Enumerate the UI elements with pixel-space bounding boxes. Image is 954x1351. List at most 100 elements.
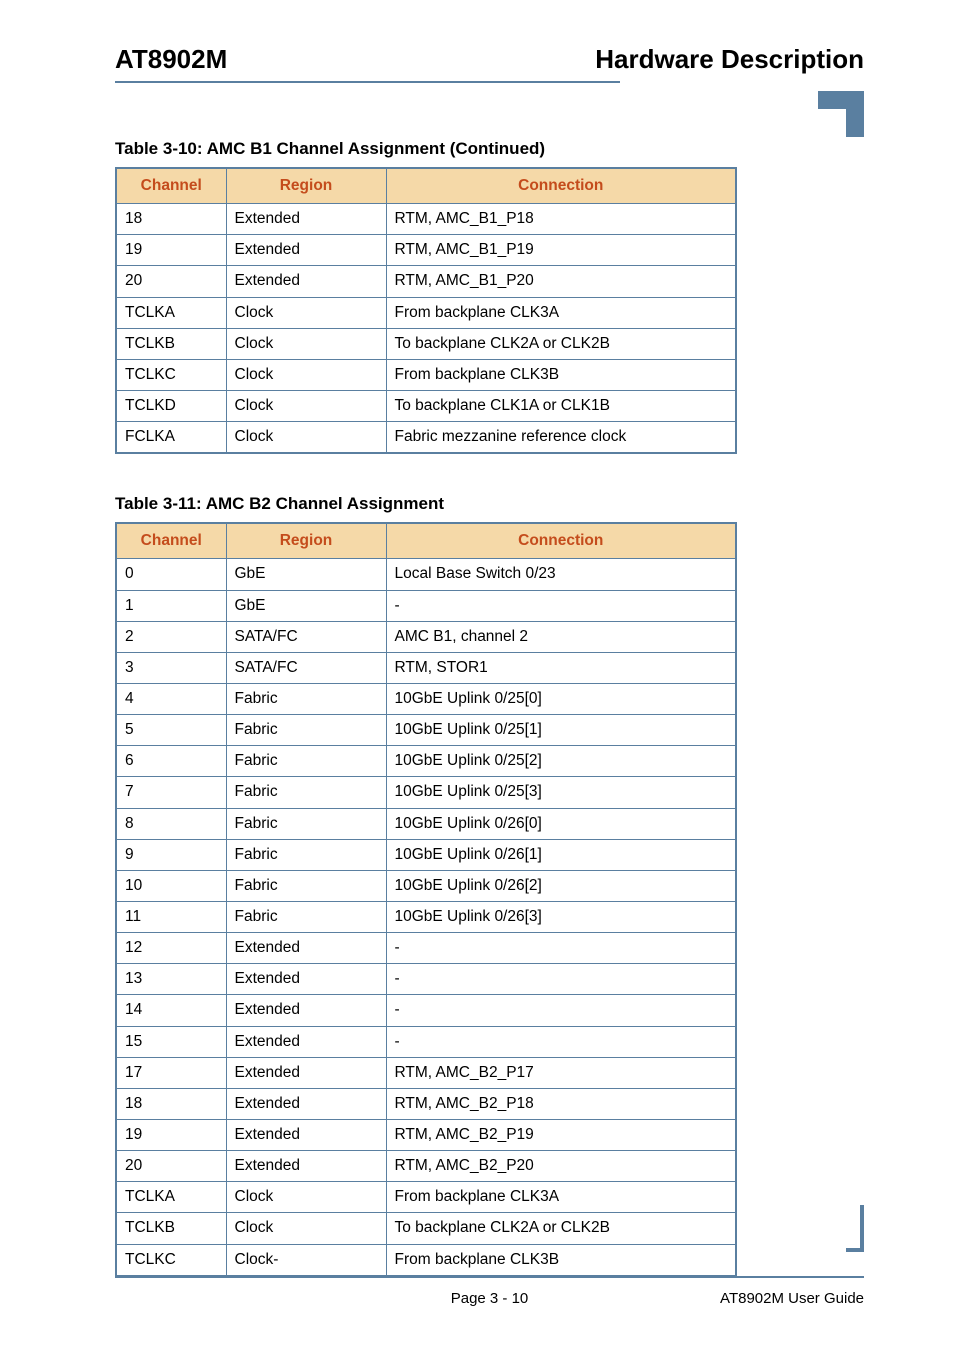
footer-guide: AT8902M User Guide: [720, 1290, 864, 1307]
table-row: 13Extended-: [116, 964, 736, 995]
cell-region: Extended: [226, 1057, 386, 1088]
cell-region: GbE: [226, 559, 386, 590]
cell-region: Clock: [226, 328, 386, 359]
cell-region: Fabric: [226, 839, 386, 870]
table-row: 11Fabric10GbE Uplink 0/26[3]: [116, 901, 736, 932]
cell-channel: 7: [116, 777, 226, 808]
table-row: 14Extended-: [116, 995, 736, 1026]
table-row: 5Fabric10GbE Uplink 0/25[1]: [116, 715, 736, 746]
cell-channel: 3: [116, 652, 226, 683]
table-row: 0GbELocal Base Switch 0/23: [116, 559, 736, 590]
cell-region: Fabric: [226, 777, 386, 808]
cell-connection: RTM, AMC_B2_P18: [386, 1088, 736, 1119]
table-row: TCLKCClockFrom backplane CLK3B: [116, 359, 736, 390]
cell-channel: 14: [116, 995, 226, 1026]
cell-channel: 18: [116, 204, 226, 235]
page-header: AT8902M Hardware Description: [115, 44, 864, 75]
col-channel: Channel: [116, 168, 226, 204]
table-row: 2SATA/FCAMC B1, channel 2: [116, 621, 736, 652]
table-row: TCLKAClockFrom backplane CLK3A: [116, 297, 736, 328]
col-connection: Connection: [386, 168, 736, 204]
table-row: TCLKAClockFrom backplane CLK3A: [116, 1182, 736, 1213]
cell-region: Clock-: [226, 1244, 386, 1276]
cell-region: Clock: [226, 1213, 386, 1244]
cell-channel: 6: [116, 746, 226, 777]
cell-region: Clock: [226, 359, 386, 390]
table1-caption: Table 3-10: AMC B1 Channel Assignment (C…: [115, 139, 864, 159]
cell-connection: 10GbE Uplink 0/25[1]: [386, 715, 736, 746]
corner-decoration-top: [818, 91, 864, 137]
table-row: 6Fabric10GbE Uplink 0/25[2]: [116, 746, 736, 777]
cell-region: GbE: [226, 590, 386, 621]
footer-rule: [115, 1276, 864, 1278]
table-row: 1GbE-: [116, 590, 736, 621]
cell-channel: 19: [116, 1119, 226, 1150]
cell-channel: 2: [116, 621, 226, 652]
cell-region: Clock: [226, 297, 386, 328]
col-region: Region: [226, 523, 386, 559]
cell-channel: 4: [116, 683, 226, 714]
table-row: 18ExtendedRTM, AMC_B1_P18: [116, 204, 736, 235]
cell-connection: -: [386, 964, 736, 995]
footer-page-number: Page 3 - 10: [451, 1290, 529, 1307]
cell-channel: 9: [116, 839, 226, 870]
table-row: 4Fabric10GbE Uplink 0/25[0]: [116, 683, 736, 714]
table-row: 3SATA/FCRTM, STOR1: [116, 652, 736, 683]
table-row: 20ExtendedRTM, AMC_B1_P20: [116, 266, 736, 297]
cell-region: Extended: [226, 995, 386, 1026]
table-header-row: Channel Region Connection: [116, 523, 736, 559]
cell-connection: To backplane CLK2A or CLK2B: [386, 1213, 736, 1244]
cell-region: Fabric: [226, 870, 386, 901]
cell-connection: RTM, AMC_B1_P19: [386, 235, 736, 266]
header-left: AT8902M: [115, 44, 227, 75]
table-header-row: Channel Region Connection: [116, 168, 736, 204]
cell-connection: RTM, AMC_B2_P20: [386, 1151, 736, 1182]
header-right: Hardware Description: [595, 44, 864, 75]
cell-connection: From backplane CLK3A: [386, 297, 736, 328]
table-row: 20ExtendedRTM, AMC_B2_P20: [116, 1151, 736, 1182]
header-rule-wrap: [115, 81, 864, 101]
cell-region: Extended: [226, 1151, 386, 1182]
cell-region: Extended: [226, 964, 386, 995]
cell-connection: Fabric mezzanine reference clock: [386, 422, 736, 454]
cell-channel: 5: [116, 715, 226, 746]
cell-connection: 10GbE Uplink 0/26[2]: [386, 870, 736, 901]
cell-region: Fabric: [226, 683, 386, 714]
cell-connection: From backplane CLK3B: [386, 1244, 736, 1276]
cell-connection: RTM, AMC_B2_P17: [386, 1057, 736, 1088]
cell-channel: 18: [116, 1088, 226, 1119]
cell-connection: To backplane CLK1A or CLK1B: [386, 390, 736, 421]
cell-region: Extended: [226, 235, 386, 266]
cell-channel: 20: [116, 266, 226, 297]
col-connection: Connection: [386, 523, 736, 559]
table-row: 18ExtendedRTM, AMC_B2_P18: [116, 1088, 736, 1119]
cell-connection: RTM, AMC_B1_P18: [386, 204, 736, 235]
cell-channel: 20: [116, 1151, 226, 1182]
cell-region: Clock: [226, 1182, 386, 1213]
cell-connection: RTM, AMC_B1_P20: [386, 266, 736, 297]
cell-region: Extended: [226, 1088, 386, 1119]
cell-connection: -: [386, 1026, 736, 1057]
col-channel: Channel: [116, 523, 226, 559]
cell-connection: 10GbE Uplink 0/26[0]: [386, 808, 736, 839]
cell-region: Clock: [226, 390, 386, 421]
cell-region: SATA/FC: [226, 621, 386, 652]
cell-region: Extended: [226, 1119, 386, 1150]
cell-region: Extended: [226, 1026, 386, 1057]
table-row: TCLKBClockTo backplane CLK2A or CLK2B: [116, 328, 736, 359]
cell-channel: TCLKC: [116, 359, 226, 390]
table-row: 7Fabric10GbE Uplink 0/25[3]: [116, 777, 736, 808]
page-footer: Page 3 - 10 AT8902M User Guide: [115, 1276, 864, 1307]
cell-connection: -: [386, 995, 736, 1026]
cell-connection: AMC B1, channel 2: [386, 621, 736, 652]
cell-channel: TCLKC: [116, 1244, 226, 1276]
cell-connection: From backplane CLK3A: [386, 1182, 736, 1213]
table-row: TCLKDClockTo backplane CLK1A or CLK1B: [116, 390, 736, 421]
cell-channel: 15: [116, 1026, 226, 1057]
cell-connection: From backplane CLK3B: [386, 359, 736, 390]
cell-channel: 11: [116, 901, 226, 932]
table-row: 19ExtendedRTM, AMC_B1_P19: [116, 235, 736, 266]
table-row: 17ExtendedRTM, AMC_B2_P17: [116, 1057, 736, 1088]
corner-decoration-bottom: [846, 1205, 864, 1252]
cell-connection: To backplane CLK2A or CLK2B: [386, 328, 736, 359]
